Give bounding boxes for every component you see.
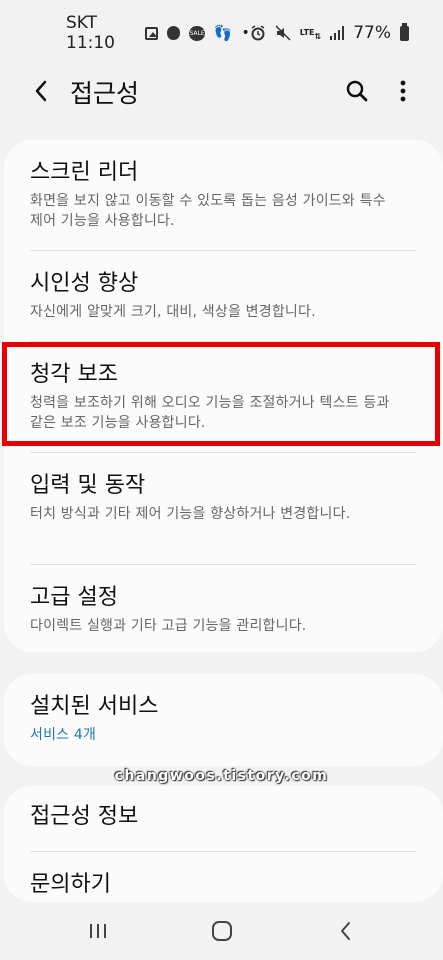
divider (30, 851, 417, 852)
back-button[interactable] (26, 76, 56, 106)
divider (30, 452, 417, 453)
status-right: LTE ⇅ 77% (250, 22, 409, 43)
more-options-button[interactable] (391, 76, 415, 106)
steps-icon: 👣 (213, 24, 233, 42)
alarm-icon (250, 25, 266, 41)
page-title: 접근성 (70, 79, 140, 108)
info-card: 접근성 정보 문의하기 (4, 786, 443, 902)
menu-item-visibility[interactable]: 시인성 향상 자신에게 알맞게 크기, 대비, 색상을 변경합니다. (4, 271, 443, 322)
menu-item-screen-reader[interactable]: 스크린 리더 화면을 보지 않고 이동할 수 있도록 돕는 음성 가이드와 특수… (4, 160, 443, 231)
recent-apps-icon (90, 924, 106, 938)
gallery-icon (144, 26, 158, 40)
menu-item-accessibility-info[interactable]: 접근성 정보 (4, 804, 443, 830)
battery-icon (400, 22, 409, 41)
item-title: 고급 설정 (30, 585, 118, 610)
installed-services-card: 설치된 서비스 서비스 4개 (4, 674, 443, 766)
recent-apps-button[interactable] (78, 914, 118, 948)
item-description: 자신에게 알맞게 크기, 대비, 색상을 변경합니다. (30, 304, 316, 320)
item-description: 서비스 4개 (30, 727, 97, 743)
network-label: LTE (299, 28, 315, 37)
item-title: 접근성 정보 (30, 804, 139, 829)
carrier-time: SKT 11:10 (66, 13, 115, 53)
nav-back-button[interactable] (326, 914, 366, 948)
sale-icon: SALE (189, 25, 205, 41)
back-arrow-icon (341, 922, 350, 940)
menu-item-installed-services[interactable]: 설치된 서비스 서비스 4개 (4, 694, 443, 745)
navigation-bar (0, 902, 443, 960)
status-left: SKT 11:10 SALE 👣 • (66, 13, 250, 53)
home-icon (212, 921, 232, 941)
item-title: 설치된 서비스 (30, 694, 159, 719)
status-bar: SKT 11:10 SALE 👣 • LTE ⇅ 77% (0, 0, 443, 66)
more-notifications-icon: • (241, 25, 250, 41)
divider (30, 250, 417, 251)
highlight-box (2, 342, 440, 446)
mute-icon (275, 25, 291, 41)
item-title: 문의하기 (30, 872, 111, 897)
search-button[interactable] (342, 76, 372, 106)
item-title: 입력 및 동작 (30, 473, 146, 498)
menu-item-advanced[interactable]: 고급 설정 다이렉트 실행과 기타 고급 기능을 관리합니다. (4, 585, 443, 636)
item-title: 스크린 리더 (30, 160, 139, 185)
item-title: 시인성 향상 (30, 271, 139, 296)
divider (30, 564, 417, 565)
menu-item-contact[interactable]: 문의하기 (4, 872, 443, 898)
battery-percent: 77% (353, 23, 391, 43)
menu-item-interaction[interactable]: 입력 및 동작 터치 방식과 기타 제어 기능을 향상하거나 변경합니다. (4, 473, 443, 524)
home-button[interactable] (202, 914, 242, 948)
more-vert-icon (400, 80, 406, 102)
signal-icon (330, 26, 345, 40)
lte-icon: LTE ⇅ (299, 28, 322, 41)
app-bar: 접근성 (0, 66, 443, 116)
search-icon (346, 80, 368, 102)
chevron-left-icon (35, 80, 47, 102)
item-description: 터치 방식과 기타 제어 기능을 향상하거나 변경합니다. (30, 506, 351, 522)
item-description: 다이렉트 실행과 기타 고급 기능을 관리합니다. (30, 618, 307, 634)
chat-icon (166, 26, 181, 40)
item-description: 화면을 보지 않고 이동할 수 있도록 돕는 음성 가이드와 특수 제어 기능을… (30, 193, 386, 229)
watermark-url: changwoos.tistory.com (114, 768, 329, 784)
